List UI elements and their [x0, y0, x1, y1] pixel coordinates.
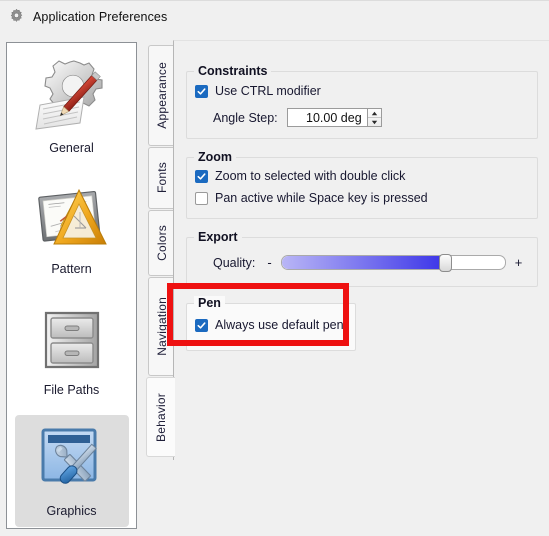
- export-group: Export Quality: - +: [186, 230, 538, 287]
- preferences-right-pane: Appearance Fonts Colors Navigation Behav…: [146, 31, 549, 536]
- spin-up-icon[interactable]: [367, 109, 381, 118]
- always-default-pen-row[interactable]: Always use default pen: [195, 318, 344, 332]
- tab-appearance[interactable]: Appearance: [148, 45, 174, 146]
- spin-down-icon[interactable]: [368, 118, 381, 126]
- pan-space-checkbox[interactable]: [195, 191, 208, 205]
- vertical-tab-bar[interactable]: Appearance Fonts Colors Navigation Behav…: [146, 40, 175, 460]
- quality-minus-label[interactable]: -: [267, 255, 271, 270]
- pen-group-title: Pen: [194, 296, 225, 310]
- tab-label: Navigation: [154, 297, 169, 356]
- tab-fonts[interactable]: Fonts: [148, 147, 174, 209]
- sidebar-selection-highlight: Graphics: [14, 415, 129, 527]
- tab-label: Appearance: [154, 62, 169, 129]
- sidebar-item-label: File Paths: [43, 383, 100, 397]
- use-ctrl-modifier-label: Use CTRL modifier: [215, 84, 321, 98]
- constraints-group: Constraints Use CTRL modifier Angle Step…: [186, 64, 538, 139]
- export-group-title: Export: [194, 230, 242, 244]
- window-title: Application Preferences: [33, 9, 168, 24]
- quality-label: Quality:: [213, 255, 256, 270]
- constraints-group-title: Constraints: [194, 64, 272, 78]
- tab-navigation[interactable]: Navigation: [148, 277, 174, 376]
- tab-label: Behavior: [154, 392, 168, 442]
- zoom-group-title: Zoom: [194, 150, 237, 164]
- pen-group: Pen Always use default pen: [186, 296, 356, 351]
- title-bar-top-divider: [0, 0, 549, 1]
- tab-label: Fonts: [154, 162, 169, 194]
- pan-space-label: Pan active while Space key is pressed: [215, 191, 428, 205]
- angle-step-stepper[interactable]: 10.00 deg: [286, 108, 382, 127]
- preferences-category-list[interactable]: General Pattern File Paths Graphics: [6, 42, 137, 529]
- zoom-double-click-row[interactable]: Zoom to selected with double click: [195, 169, 405, 183]
- angle-step-value[interactable]: 10.00 deg: [286, 108, 367, 127]
- application-preferences-window: Application Preferences General Pattern …: [0, 0, 549, 536]
- pan-space-row[interactable]: Pan active while Space key is pressed: [195, 191, 428, 205]
- quality-row[interactable]: Quality: - +: [213, 254, 523, 272]
- tab-label: Colors: [154, 225, 169, 261]
- sidebar-item-label: General: [49, 141, 94, 155]
- zoom-group: Zoom Zoom to selected with double click …: [186, 150, 538, 219]
- sidebar-item-label: Graphics: [46, 504, 97, 518]
- quality-slider[interactable]: [280, 254, 506, 272]
- drawing-board-triangle-icon: [29, 175, 115, 261]
- always-default-pen-label: Always use default pen: [215, 318, 344, 332]
- sidebar-item-pattern[interactable]: Pattern: [7, 164, 136, 285]
- tab-behavior[interactable]: Behavior: [146, 377, 175, 457]
- angle-step-spin-buttons[interactable]: [366, 108, 382, 127]
- zoom-double-click-checkbox[interactable]: [195, 169, 208, 183]
- always-default-pen-checkbox[interactable]: [195, 318, 208, 332]
- zoom-double-click-label: Zoom to selected with double click: [215, 169, 406, 183]
- angle-step-row[interactable]: Angle Step: 10.00 deg: [213, 108, 382, 127]
- quality-plus-label[interactable]: +: [515, 255, 523, 270]
- gear-pencil-paper-icon: [29, 54, 115, 140]
- sidebar-item-general[interactable]: General: [7, 43, 136, 164]
- tab-colors[interactable]: Colors: [148, 210, 174, 276]
- sidebar-item-file-paths[interactable]: File Paths: [7, 285, 136, 406]
- gear-icon: [8, 8, 25, 25]
- window-tools-icon: [29, 417, 115, 503]
- quality-slider-handle[interactable]: [438, 254, 452, 272]
- filing-cabinet-icon: [29, 296, 115, 382]
- title-bar: Application Preferences: [0, 0, 549, 33]
- sidebar-item-graphics[interactable]: Graphics: [7, 406, 136, 527]
- sidebar-item-label: Pattern: [51, 262, 92, 276]
- use-ctrl-modifier-row[interactable]: Use CTRL modifier: [195, 84, 321, 98]
- angle-step-label: Angle Step:: [213, 110, 278, 125]
- behavior-tab-panel: Constraints Use CTRL modifier Angle Step…: [173, 40, 549, 460]
- quality-slider-fill: [281, 256, 445, 269]
- use-ctrl-modifier-checkbox[interactable]: [195, 84, 208, 98]
